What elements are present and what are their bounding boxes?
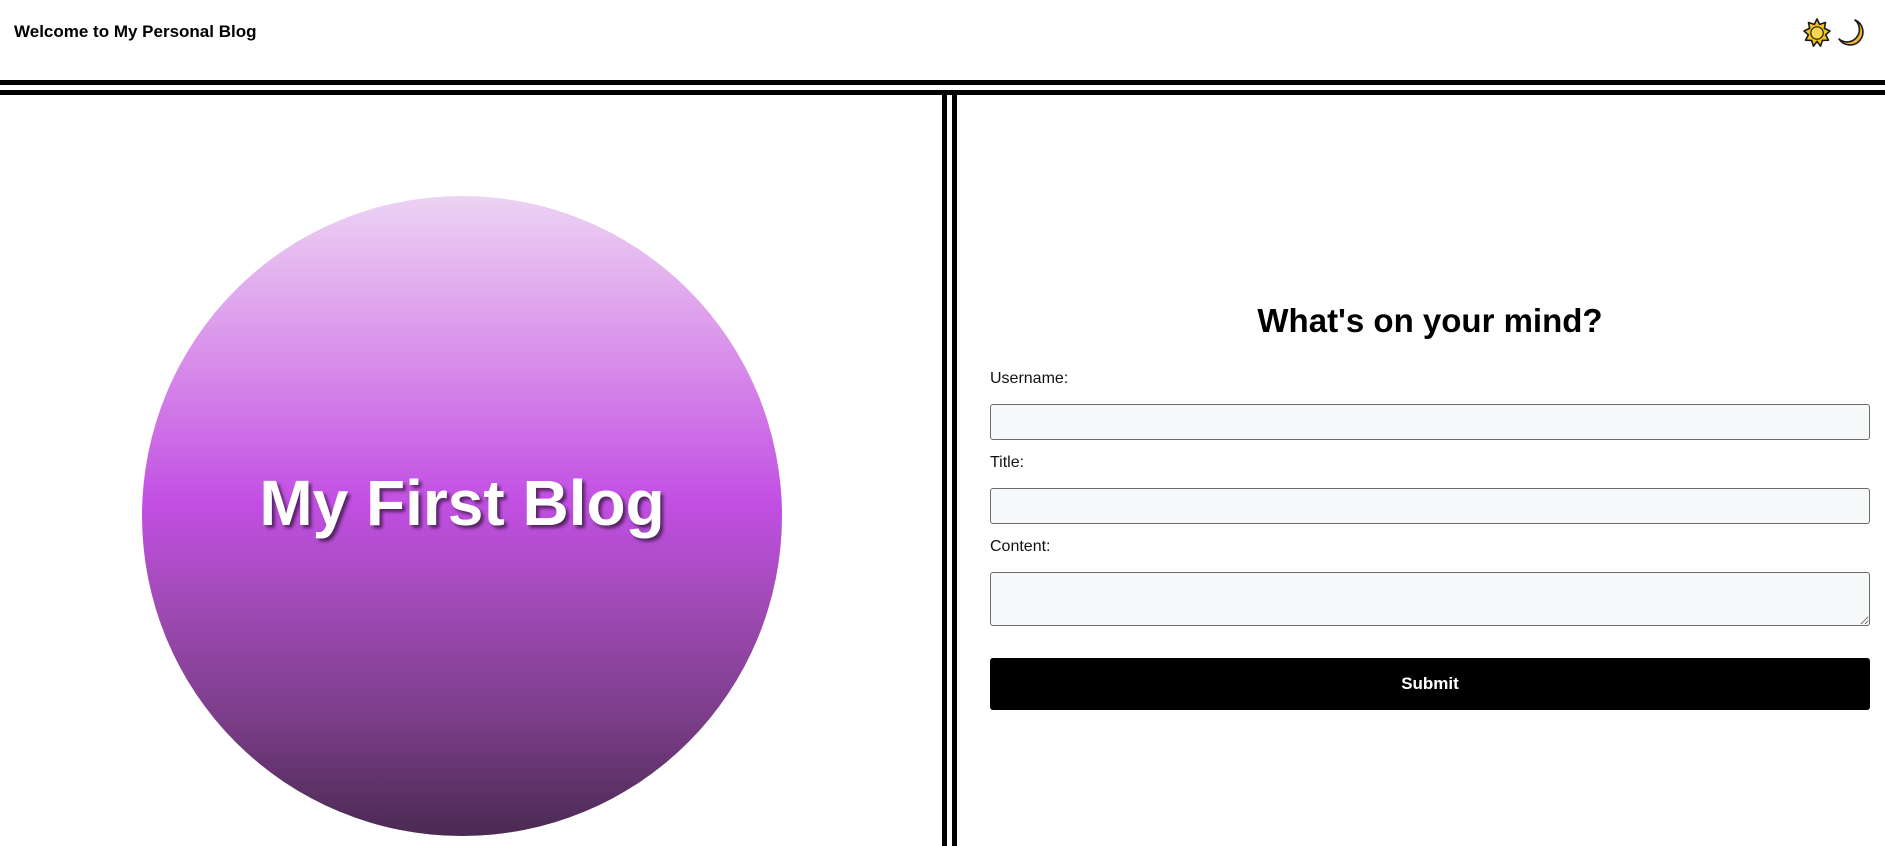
pane-divider-left (942, 95, 947, 846)
hero-title: My First Blog (259, 467, 665, 539)
sun-icon[interactable] (1801, 17, 1833, 49)
username-input[interactable] (990, 404, 1870, 440)
form-heading: What's on your mind? (1257, 302, 1603, 339)
pane-divider-right (952, 95, 957, 846)
title-label: Title: (990, 454, 1025, 471)
header-divider-top (0, 80, 1885, 85)
site-title: Welcome to My Personal Blog (14, 22, 257, 41)
site-header: Welcome to My Personal Blog (0, 0, 1885, 80)
hero-pane: My First Blog (0, 95, 942, 846)
theme-toggles (1801, 17, 1867, 49)
title-input[interactable] (990, 488, 1870, 524)
content-label: Content: (990, 538, 1051, 555)
username-label: Username: (990, 370, 1069, 387)
post-form: What's on your mind? Username: Title: Co… (990, 95, 1870, 846)
content-textarea[interactable] (990, 572, 1870, 626)
hero-circle: My First Blog (142, 196, 782, 836)
submit-button[interactable]: Submit (990, 658, 1870, 710)
moon-icon[interactable] (1835, 17, 1867, 49)
